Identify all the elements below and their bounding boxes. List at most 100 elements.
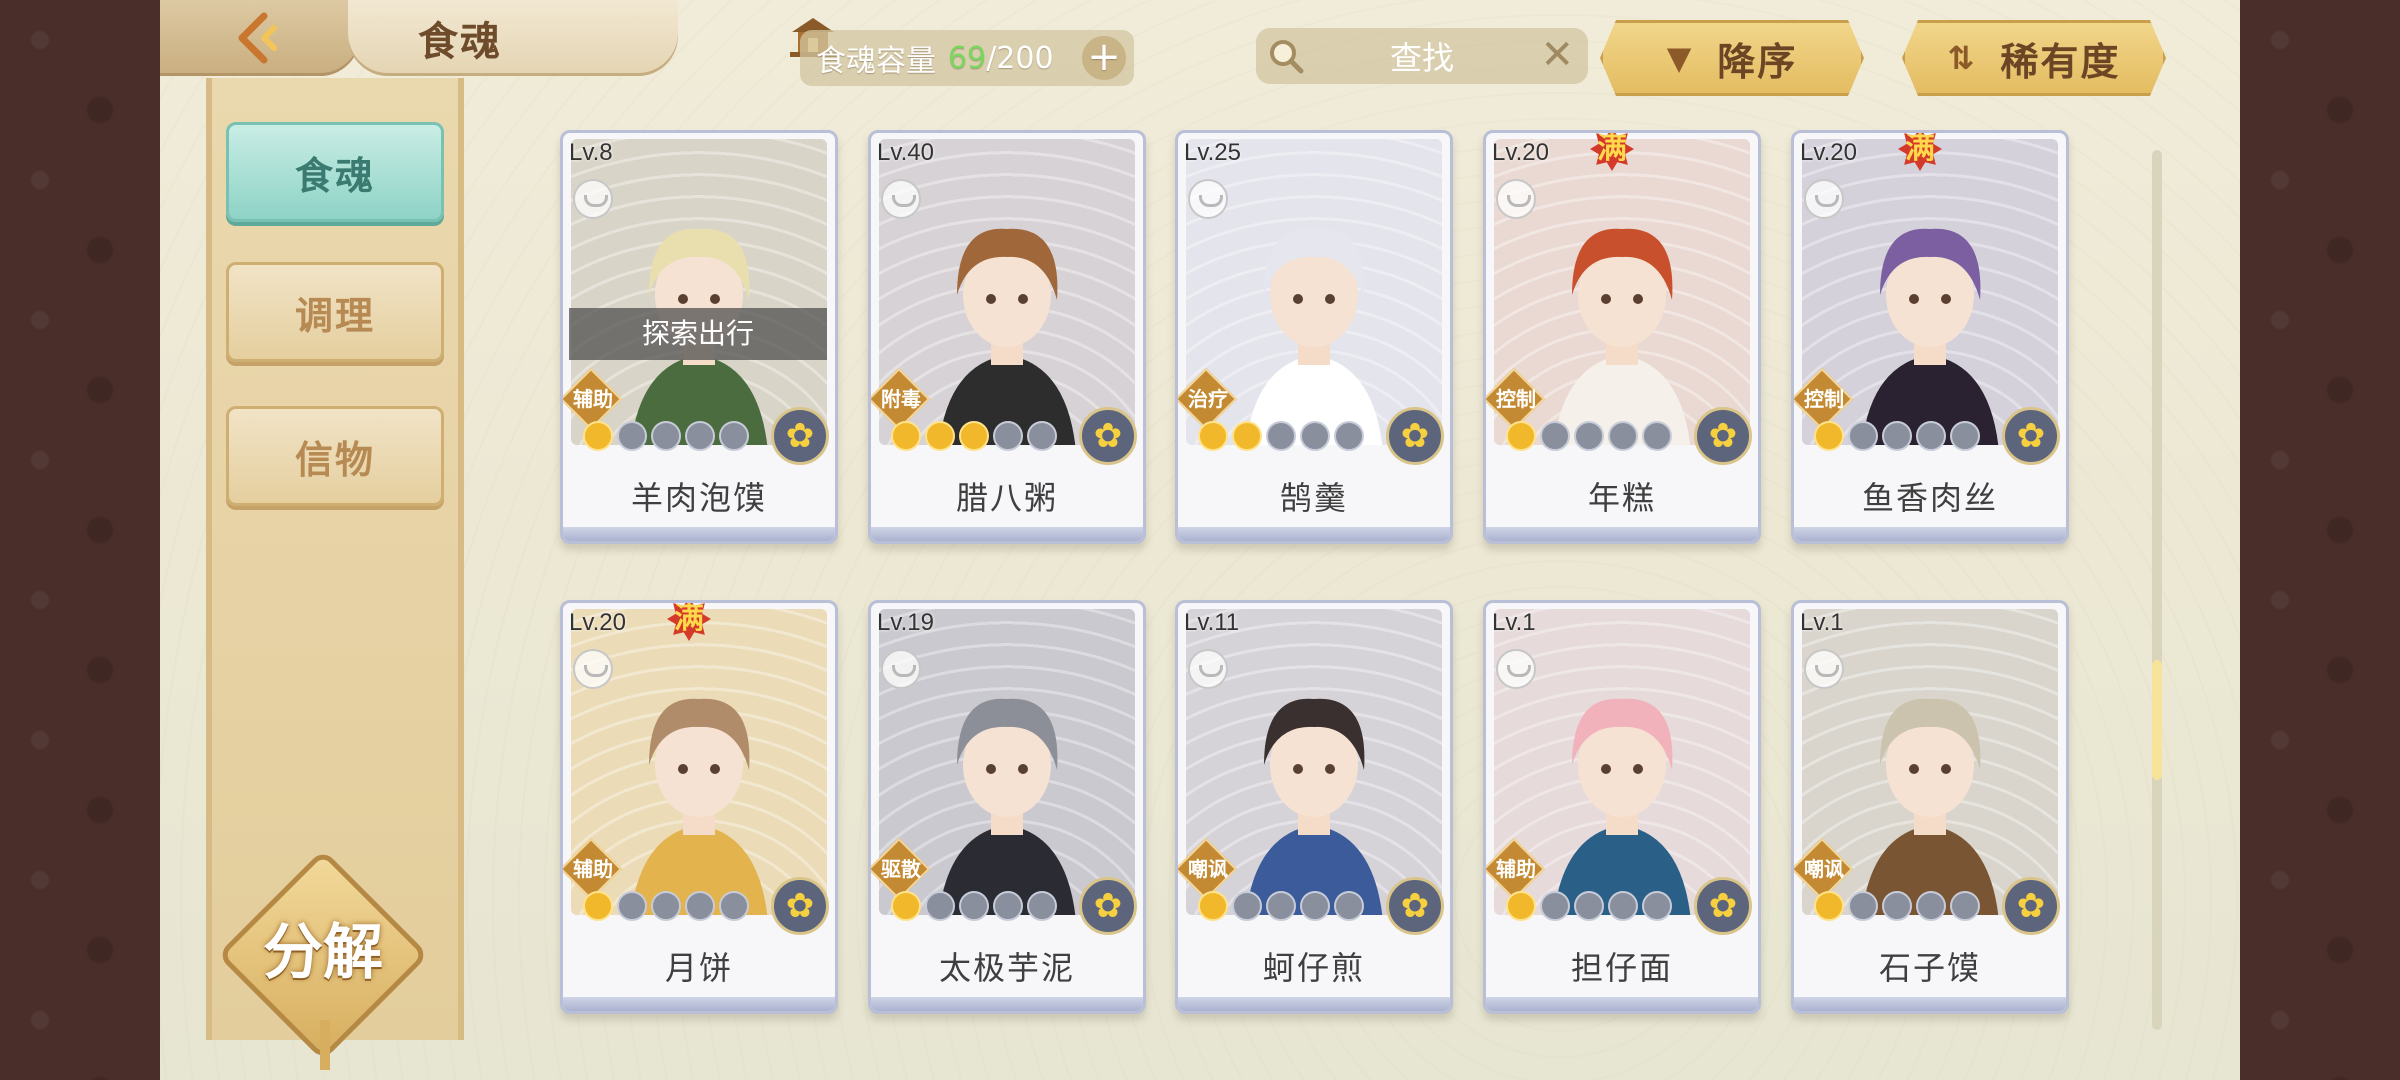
top-bar: 食魂 食魂容量 69 /200 + 查找 ✕ ▼ 降序 ⇅ 稀有度 xyxy=(160,0,2240,78)
scrollbar-thumb[interactable] xyxy=(2152,660,2162,780)
role-badge: 治疗 xyxy=(1178,367,1238,431)
food-soul-card[interactable]: Lv.19 驱散 ✿ 太极芋泥 xyxy=(868,600,1146,1014)
role-badge: 辅助 xyxy=(1486,837,1546,901)
clear-search-icon[interactable]: ✕ xyxy=(1540,32,1574,78)
sidebar-item-cooking[interactable]: 调理 xyxy=(226,262,444,362)
bowl-icon xyxy=(1496,649,1536,689)
star-rating xyxy=(1198,421,1364,451)
star-icon xyxy=(959,421,989,451)
star-icon xyxy=(617,891,647,921)
star-rating xyxy=(891,891,1057,921)
star-icon xyxy=(1950,421,1980,451)
rarity-flower-icon: ✿ xyxy=(771,407,829,465)
level-label: Lv.25 xyxy=(1184,139,1241,166)
star-icon xyxy=(1848,421,1878,451)
role-label: 控制 xyxy=(1804,387,1844,411)
bowl-icon xyxy=(1804,649,1844,689)
star-icon xyxy=(1232,891,1262,921)
star-icon xyxy=(1266,891,1296,921)
food-soul-card[interactable]: Lv.20 满 控制 ✿ 年糕 xyxy=(1483,130,1761,544)
decompose-label: 分解 xyxy=(263,918,383,988)
character-figure xyxy=(1553,228,1691,445)
food-soul-card[interactable]: Lv.40 附毒 ✿ 腊八粥 xyxy=(868,130,1146,544)
level-label: Lv.20 xyxy=(1492,139,1549,166)
star-icon xyxy=(1814,891,1844,921)
character-figure xyxy=(1861,698,1999,915)
bowl-icon xyxy=(1188,179,1228,219)
character-figure xyxy=(1245,228,1383,445)
bowl-icon xyxy=(1188,649,1228,689)
star-icon xyxy=(1300,421,1330,451)
sidebar-item-food-souls[interactable]: 食魂 xyxy=(226,122,444,222)
sidebar-item-label: 调理 xyxy=(294,293,375,338)
bowl-icon xyxy=(881,179,921,219)
star-rating xyxy=(1814,891,1980,921)
role-badge: 附毒 xyxy=(871,367,931,431)
role-label: 辅助 xyxy=(573,387,613,411)
star-icon xyxy=(1540,891,1570,921)
food-soul-card[interactable]: Lv.20 满 辅助 ✿ 月饼 xyxy=(560,600,838,1014)
character-name: 鹄羹 xyxy=(1279,479,1348,517)
role-label: 嘲讽 xyxy=(1188,857,1228,881)
level-label: Lv.19 xyxy=(877,609,934,636)
capacity-label: 食魂容量 xyxy=(816,44,936,79)
star-icon xyxy=(1232,421,1262,451)
star-icon xyxy=(1506,421,1536,451)
star-icon xyxy=(1506,891,1536,921)
add-capacity-button[interactable]: + xyxy=(1082,36,1126,80)
star-icon xyxy=(1916,891,1946,921)
star-icon xyxy=(583,891,613,921)
star-icon xyxy=(891,421,921,451)
tassel-decoration xyxy=(320,1020,330,1070)
game-screen: 食魂 食魂容量 69 /200 + 查找 ✕ ▼ 降序 ⇅ 稀有度 食魂 调理 … xyxy=(160,0,2240,1080)
rarity-flower-icon: ✿ xyxy=(1079,407,1137,465)
star-icon xyxy=(1027,891,1057,921)
role-label: 驱散 xyxy=(881,857,921,881)
star-rating xyxy=(1198,891,1364,921)
role-label: 辅助 xyxy=(1496,857,1536,881)
bowl-icon xyxy=(1804,179,1844,219)
star-icon xyxy=(685,421,715,451)
role-badge: 嘲讽 xyxy=(1178,837,1238,901)
star-icon xyxy=(1882,421,1912,451)
star-icon xyxy=(1642,421,1672,451)
character-name: 年糕 xyxy=(1587,479,1656,517)
character-name: 羊肉泡馍 xyxy=(630,479,767,517)
rarity-flower-icon: ✿ xyxy=(2002,877,2060,935)
back-button[interactable] xyxy=(160,0,360,76)
food-soul-card[interactable]: Lv.1 辅助 ✿ 担仔面 xyxy=(1483,600,1761,1014)
capacity-display: 食魂容量 69 /200 + xyxy=(800,30,1134,86)
star-icon xyxy=(1334,891,1364,921)
level-label: Lv.1 xyxy=(1492,609,1536,636)
bowl-icon xyxy=(881,649,921,689)
character-name: 担仔面 xyxy=(1570,949,1673,987)
rarity-flower-icon: ✿ xyxy=(1694,877,1752,935)
food-soul-card[interactable]: Lv.20 满 控制 ✿ 鱼香肉丝 xyxy=(1791,130,2069,544)
star-icon xyxy=(1540,421,1570,451)
star-icon xyxy=(959,891,989,921)
food-soul-card[interactable]: Lv.11 嘲讽 ✿ 蚵仔煎 xyxy=(1175,600,1453,1014)
scrollbar[interactable] xyxy=(2152,150,2162,1030)
level-label: Lv.11 xyxy=(1184,609,1240,636)
sort-field-button[interactable]: ⇅ 稀有度 xyxy=(1902,20,2166,96)
sort-order-button[interactable]: ▼ 降序 xyxy=(1600,20,1864,96)
page-title: 食魂 xyxy=(418,19,502,65)
character-name: 太极芋泥 xyxy=(938,949,1075,987)
food-soul-card[interactable]: Lv.1 嘲讽 ✿ 石子馍 xyxy=(1791,600,2069,1014)
star-rating xyxy=(583,421,749,451)
bowl-icon xyxy=(573,179,613,219)
star-icon xyxy=(1334,421,1364,451)
character-figure xyxy=(1553,698,1691,915)
bowl-icon xyxy=(573,649,613,689)
role-label: 附毒 xyxy=(881,387,921,411)
sidebar-item-tokens[interactable]: 信物 xyxy=(226,406,444,506)
rarity-flower-icon: ✿ xyxy=(1386,877,1444,935)
star-icon xyxy=(651,891,681,921)
star-icon xyxy=(1848,891,1878,921)
food-soul-card[interactable]: Lv.25 治疗 ✿ 鹄羹 xyxy=(1175,130,1453,544)
search-box[interactable]: 查找 ✕ xyxy=(1256,28,1588,84)
character-figure xyxy=(938,698,1076,915)
food-soul-card[interactable]: Lv.8 探索出行 辅助 ✿ 羊肉泡馍 xyxy=(560,130,838,544)
level-label: Lv.1 xyxy=(1800,609,1844,636)
star-icon xyxy=(1300,891,1330,921)
